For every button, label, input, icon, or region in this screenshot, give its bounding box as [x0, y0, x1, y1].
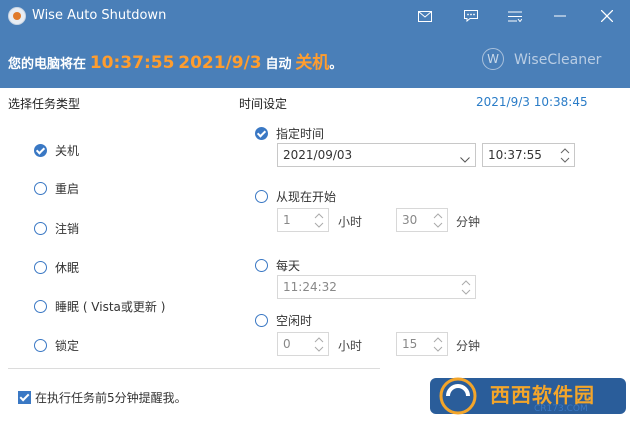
time-option-label: 指定时间 [276, 127, 325, 141]
daily-time-input[interactable]: 11:24:32 [277, 275, 476, 299]
task-type-heading: 选择任务类型 [8, 97, 81, 111]
radio-icon[interactable] [34, 339, 47, 352]
date-value: 2021/09/03 [283, 148, 353, 162]
time-option-label: 从现在开始 [276, 190, 337, 204]
task-option-shutdown[interactable]: 关机 [34, 142, 79, 159]
minutes-value: 30 [402, 213, 418, 227]
divider [8, 368, 380, 369]
banner-time: 10:37:55 [89, 53, 175, 73]
idle-hours-value: 0 [283, 337, 291, 351]
window-title: Wise Auto Shutdown [32, 8, 167, 23]
spinner-icon[interactable] [559, 146, 571, 165]
time-input[interactable]: 10:37:55 [482, 143, 575, 167]
task-option-label: 注销 [55, 222, 80, 236]
banner-action: 关机 [295, 53, 330, 73]
daily-time-value: 11:24:32 [283, 280, 337, 294]
watermark-logo: 西西软件园 CR173.COM [430, 374, 626, 418]
mail-icon[interactable] [412, 4, 438, 28]
task-option-hibernate[interactable]: 休眠 [34, 259, 79, 276]
time-value: 10:37:55 [488, 148, 542, 162]
brand-name[interactable]: WiseCleaner [514, 52, 601, 68]
radio-icon[interactable] [255, 190, 268, 203]
task-option-restart[interactable]: 重启 [34, 180, 79, 197]
task-option-label: 休眠 [55, 261, 80, 275]
menu-icon[interactable] [502, 4, 528, 28]
feedback-icon[interactable] [458, 4, 484, 28]
time-option-from-now[interactable]: 从现在开始 [255, 188, 336, 205]
radio-icon[interactable] [34, 261, 47, 274]
chevron-down-icon[interactable] [460, 152, 470, 166]
idle-minutes-unit: 分钟 [456, 339, 481, 353]
watermark-subtext: CR173.COM [534, 404, 588, 414]
minutes-unit: 分钟 [456, 215, 481, 229]
status-banner: 您的电脑将在 10:37:55 2021/9/3 自动 关机。 W WiseCl… [0, 32, 630, 88]
task-option-label: 关机 [55, 144, 80, 158]
radio-icon[interactable] [255, 259, 268, 272]
spinner-icon[interactable] [432, 335, 444, 354]
minimize-icon[interactable] [547, 4, 573, 28]
radio-icon[interactable] [34, 222, 47, 235]
reminder-label: 在执行任务前5分钟提醒我。 [35, 391, 187, 405]
spinner-icon[interactable] [313, 211, 325, 230]
banner-prefix: 您的电脑将在 [8, 57, 87, 72]
task-option-label: 重启 [55, 182, 80, 196]
radio-checked-icon[interactable] [255, 127, 268, 140]
checkbox-checked-icon[interactable] [18, 391, 31, 404]
reminder-option[interactable]: 在执行任务前5分钟提醒我。 [18, 389, 187, 406]
banner-middle: 自动 [265, 57, 292, 72]
time-option-specific[interactable]: 指定时间 [255, 125, 324, 142]
time-option-label: 空闲时 [276, 314, 313, 328]
task-option-label: 锁定 [55, 339, 80, 353]
time-settings-heading: 时间设定 [239, 97, 288, 111]
date-picker[interactable]: 2021/09/03 [277, 143, 476, 167]
current-clock: 2021/9/3 10:38:45 [476, 95, 588, 109]
spinner-icon[interactable] [432, 211, 444, 230]
app-logo-icon [8, 7, 26, 25]
close-icon[interactable] [594, 4, 620, 28]
task-option-label: 睡眠 ( Vista或更新 ) [55, 300, 166, 314]
task-option-logoff[interactable]: 注销 [34, 220, 79, 237]
minutes-stepper[interactable]: 30 [396, 208, 448, 232]
task-option-lock[interactable]: 锁定 [34, 337, 79, 354]
banner-suffix: 。 [329, 57, 343, 72]
idle-minutes-stepper[interactable]: 15 [396, 332, 448, 356]
radio-checked-icon[interactable] [34, 144, 47, 157]
spinner-icon[interactable] [313, 335, 325, 354]
radio-icon[interactable] [255, 314, 268, 327]
hours-stepper[interactable]: 1 [277, 208, 329, 232]
hours-unit: 小时 [338, 215, 363, 229]
idle-hours-stepper[interactable]: 0 [277, 332, 329, 356]
banner-date: 2021/9/3 [178, 53, 262, 73]
title-bar: Wise Auto Shutdown [0, 0, 630, 32]
idle-hours-unit: 小时 [338, 339, 363, 353]
radio-icon[interactable] [34, 182, 47, 195]
hours-value: 1 [283, 213, 291, 227]
time-option-idle[interactable]: 空闲时 [255, 312, 312, 329]
time-option-daily[interactable]: 每天 [255, 257, 300, 274]
idle-minutes-value: 15 [402, 337, 418, 351]
radio-icon[interactable] [34, 300, 47, 313]
spinner-icon[interactable] [460, 278, 472, 297]
wisecleaner-logo-icon: W [482, 48, 504, 70]
shutdown-message: 您的电脑将在 10:37:55 2021/9/3 自动 关机。 [8, 48, 342, 73]
task-option-sleep[interactable]: 睡眠 ( Vista或更新 ) [34, 298, 165, 315]
time-option-label: 每天 [276, 259, 301, 273]
